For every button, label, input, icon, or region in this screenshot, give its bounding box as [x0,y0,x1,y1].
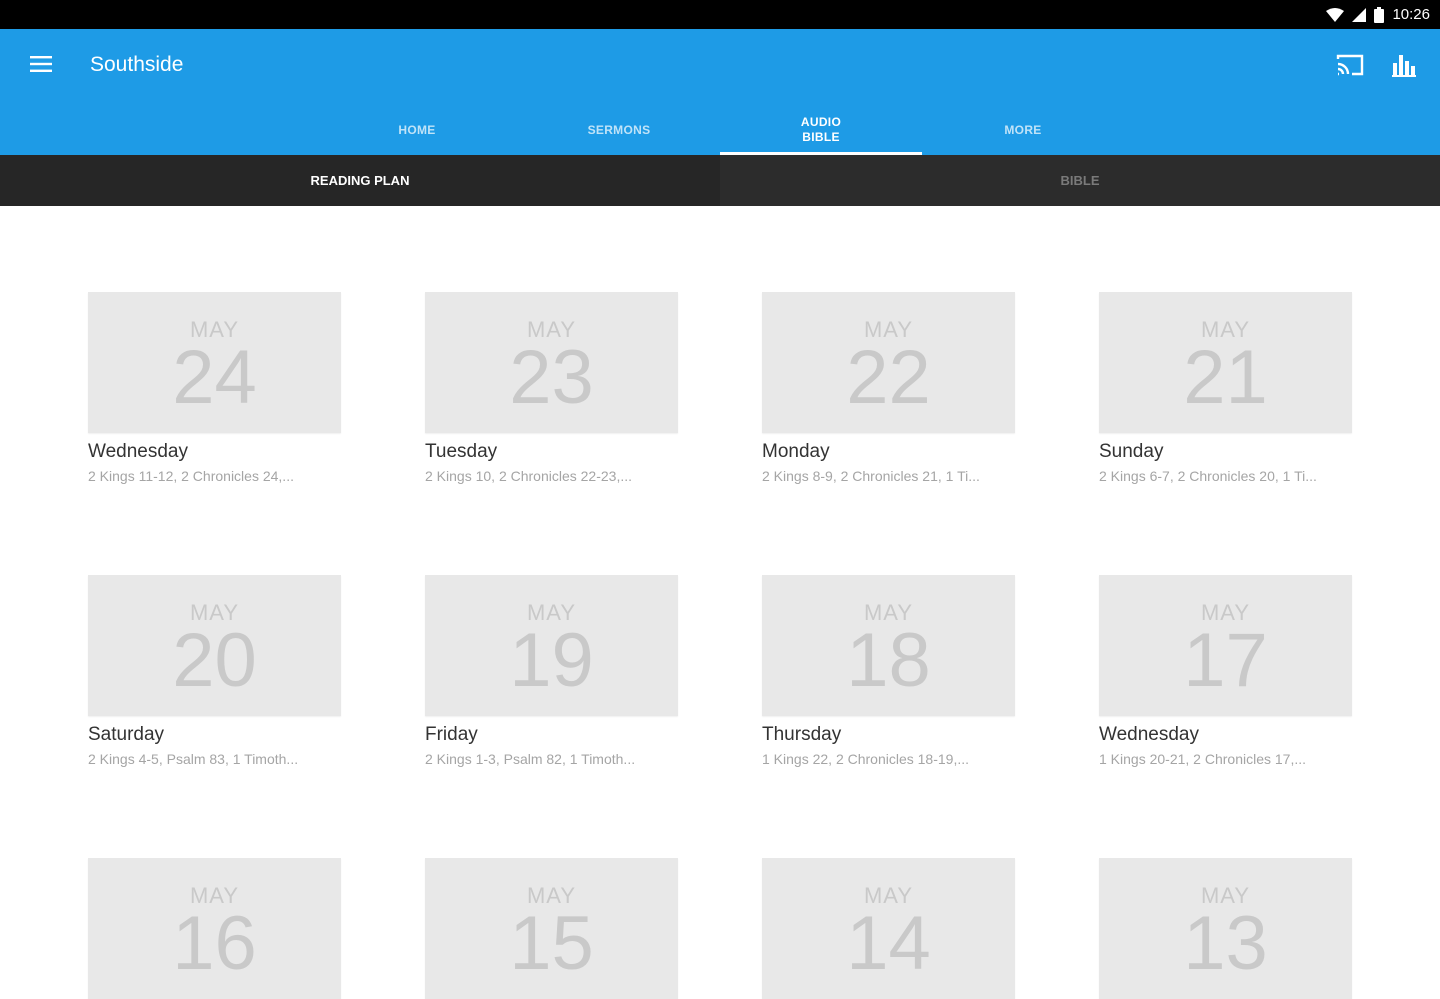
date-day: 23 [509,335,594,420]
reading-card[interactable]: MAY 23 Tuesday 2 Kings 10, 2 Chronicles … [425,292,678,485]
date-tile: MAY 16 [88,858,341,999]
subtab-label: BIBLE [1060,173,1100,188]
date-tile: MAY 22 [762,292,1015,433]
sub-tabs: READING PLAN BIBLE [0,155,1440,206]
tab-audio-bible[interactable]: AUDIO BIBLE [720,105,922,155]
main-tabs: HOME SERMONS AUDIO BIBLE MORE [316,105,1126,155]
date-day: 13 [1183,901,1268,986]
card-reading: 1 Kings 20-21, 2 Chronicles 17,... [1099,751,1307,767]
date-day: 21 [1183,335,1268,420]
reading-card[interactable]: MAY 22 Monday 2 Kings 8-9, 2 Chronicles … [762,292,1015,485]
card-weekday: Tuesday [425,441,498,462]
status-bar: 10:26 [0,0,1440,29]
reading-card[interactable]: MAY 17 Wednesday 1 Kings 20-21, 2 Chroni… [1099,575,1352,768]
wifi-icon [1326,7,1345,22]
reading-card[interactable]: MAY 15 [425,858,678,999]
bar-chart-icon [1392,53,1416,82]
date-day: 16 [172,901,257,986]
tab-sermons[interactable]: SERMONS [518,105,720,155]
date-tile: MAY 21 [1099,292,1352,433]
date-tile: MAY 15 [425,858,678,999]
date-day: 20 [172,618,257,703]
card-weekday: Friday [425,724,478,745]
reading-card[interactable]: MAY 24 Wednesday 2 Kings 11-12, 2 Chroni… [88,292,341,485]
tab-label: SERMONS [587,122,651,137]
date-day: 15 [509,901,594,986]
reading-card[interactable]: MAY 13 [1099,858,1352,999]
cast-icon [1336,53,1364,82]
card-weekday: Wednesday [1099,724,1199,745]
date-tile: MAY 24 [88,292,341,433]
card-reading: 2 Kings 6-7, 2 Chronicles 20, 1 Ti... [1099,468,1317,484]
menu-button[interactable] [22,47,60,85]
reading-card[interactable]: MAY 19 Friday 2 Kings 1-3, Psalm 82, 1 T… [425,575,678,768]
date-tile: MAY 23 [425,292,678,433]
date-tile: MAY 13 [1099,858,1352,999]
reading-card[interactable]: MAY 18 Thursday 1 Kings 22, 2 Chronicles… [762,575,1015,768]
subtab-reading-plan[interactable]: READING PLAN [0,155,720,206]
card-reading: 2 Kings 10, 2 Chronicles 22-23,... [425,468,633,484]
card-weekday: Sunday [1099,441,1164,462]
card-weekday: Saturday [88,724,165,745]
tab-label: AUDIO BIBLE [800,115,842,144]
subtab-label: READING PLAN [310,173,410,188]
reading-card[interactable]: MAY 20 Saturday 2 Kings 4-5, Psalm 83, 1… [88,575,341,768]
date-day: 24 [172,335,257,420]
cellular-signal-icon [1352,7,1367,22]
tab-label: MORE [1004,122,1042,137]
date-day: 18 [846,618,931,703]
date-day: 14 [846,901,931,986]
card-reading: 2 Kings 4-5, Psalm 83, 1 Timoth... [88,751,299,767]
card-reading: 1 Kings 22, 2 Chronicles 18-19,... [762,751,970,767]
date-month: MAY [189,883,240,908]
app-bar: Southside HOME SERMONS AUDIO BIBLE MORE [0,29,1440,155]
date-tile: MAY 14 [762,858,1015,999]
tab-home[interactable]: HOME [316,105,518,155]
stats-button[interactable] [1386,49,1422,85]
tab-label: HOME [398,122,436,137]
card-reading: 2 Kings 11-12, 2 Chronicles 24,... [88,468,294,484]
reading-card[interactable]: MAY 16 [88,858,341,999]
date-day: 17 [1183,618,1268,703]
card-reading: 2 Kings 1-3, Psalm 82, 1 Timoth... [425,751,636,767]
date-month: MAY [863,883,914,908]
date-tile: MAY 19 [425,575,678,716]
date-month: MAY [526,883,577,908]
cast-button[interactable] [1332,49,1368,85]
date-tile: MAY 18 [762,575,1015,716]
tab-more[interactable]: MORE [922,105,1124,155]
date-day: 22 [846,335,931,420]
reading-card[interactable]: MAY 21 Sunday 2 Kings 6-7, 2 Chronicles … [1099,292,1352,485]
date-day: 19 [509,618,594,703]
card-reading: 2 Kings 8-9, 2 Chronicles 21, 1 Ti... [762,468,980,484]
date-tile: MAY 17 [1099,575,1352,716]
subtab-bible[interactable]: BIBLE [720,155,1440,206]
hamburger-menu-icon [30,55,52,77]
date-month: MAY [1200,883,1251,908]
card-weekday: Wednesday [88,441,188,462]
status-time: 10:26 [1392,6,1430,23]
card-weekday: Thursday [762,724,842,745]
date-tile: MAY 20 [88,575,341,716]
app-title: Southside [90,53,184,76]
card-weekday: Monday [762,441,830,462]
reading-card[interactable]: MAY 14 [762,858,1015,999]
battery-icon [1374,6,1385,23]
reading-plan-grid: MAY 24 Wednesday 2 Kings 11-12, 2 Chroni… [88,292,1358,999]
